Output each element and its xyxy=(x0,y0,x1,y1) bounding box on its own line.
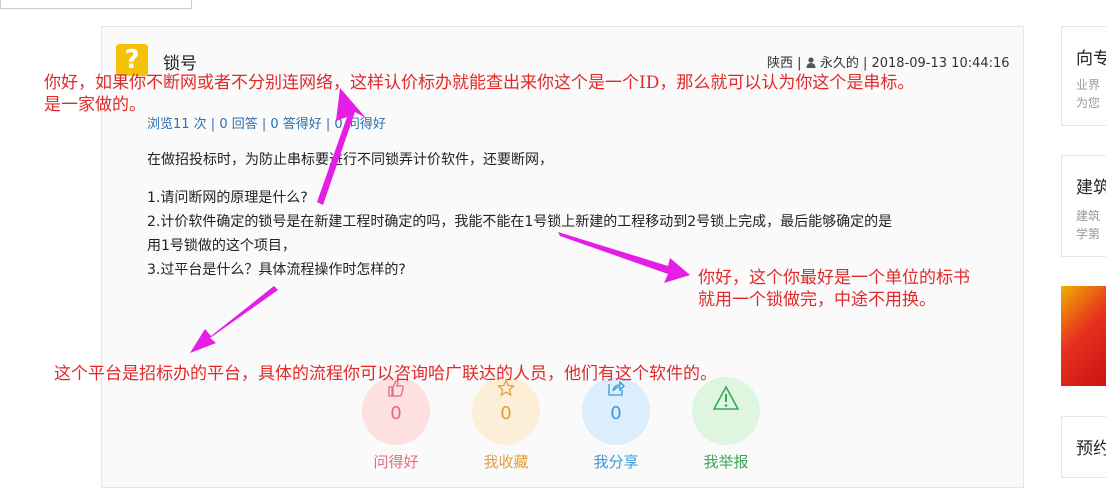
annotation-1: 你好，如果你不断网或者不分别连网络，这样认价标办就能查出来你这个是一个ID，那么… xyxy=(44,73,915,115)
arrow-to-question-3 xyxy=(190,286,278,353)
annotation-3: 这个平台是招标办的平台，具体的流程你可以咨询哈广联达的人员，他们有这个软件的。 xyxy=(54,364,717,384)
annotation-arrows xyxy=(190,88,690,353)
annotation-2: 你好，这个你最好是一个单位的标书 就用一个锁做完，中途不用换。 xyxy=(698,268,970,310)
arrow-to-question-2 xyxy=(558,232,690,283)
